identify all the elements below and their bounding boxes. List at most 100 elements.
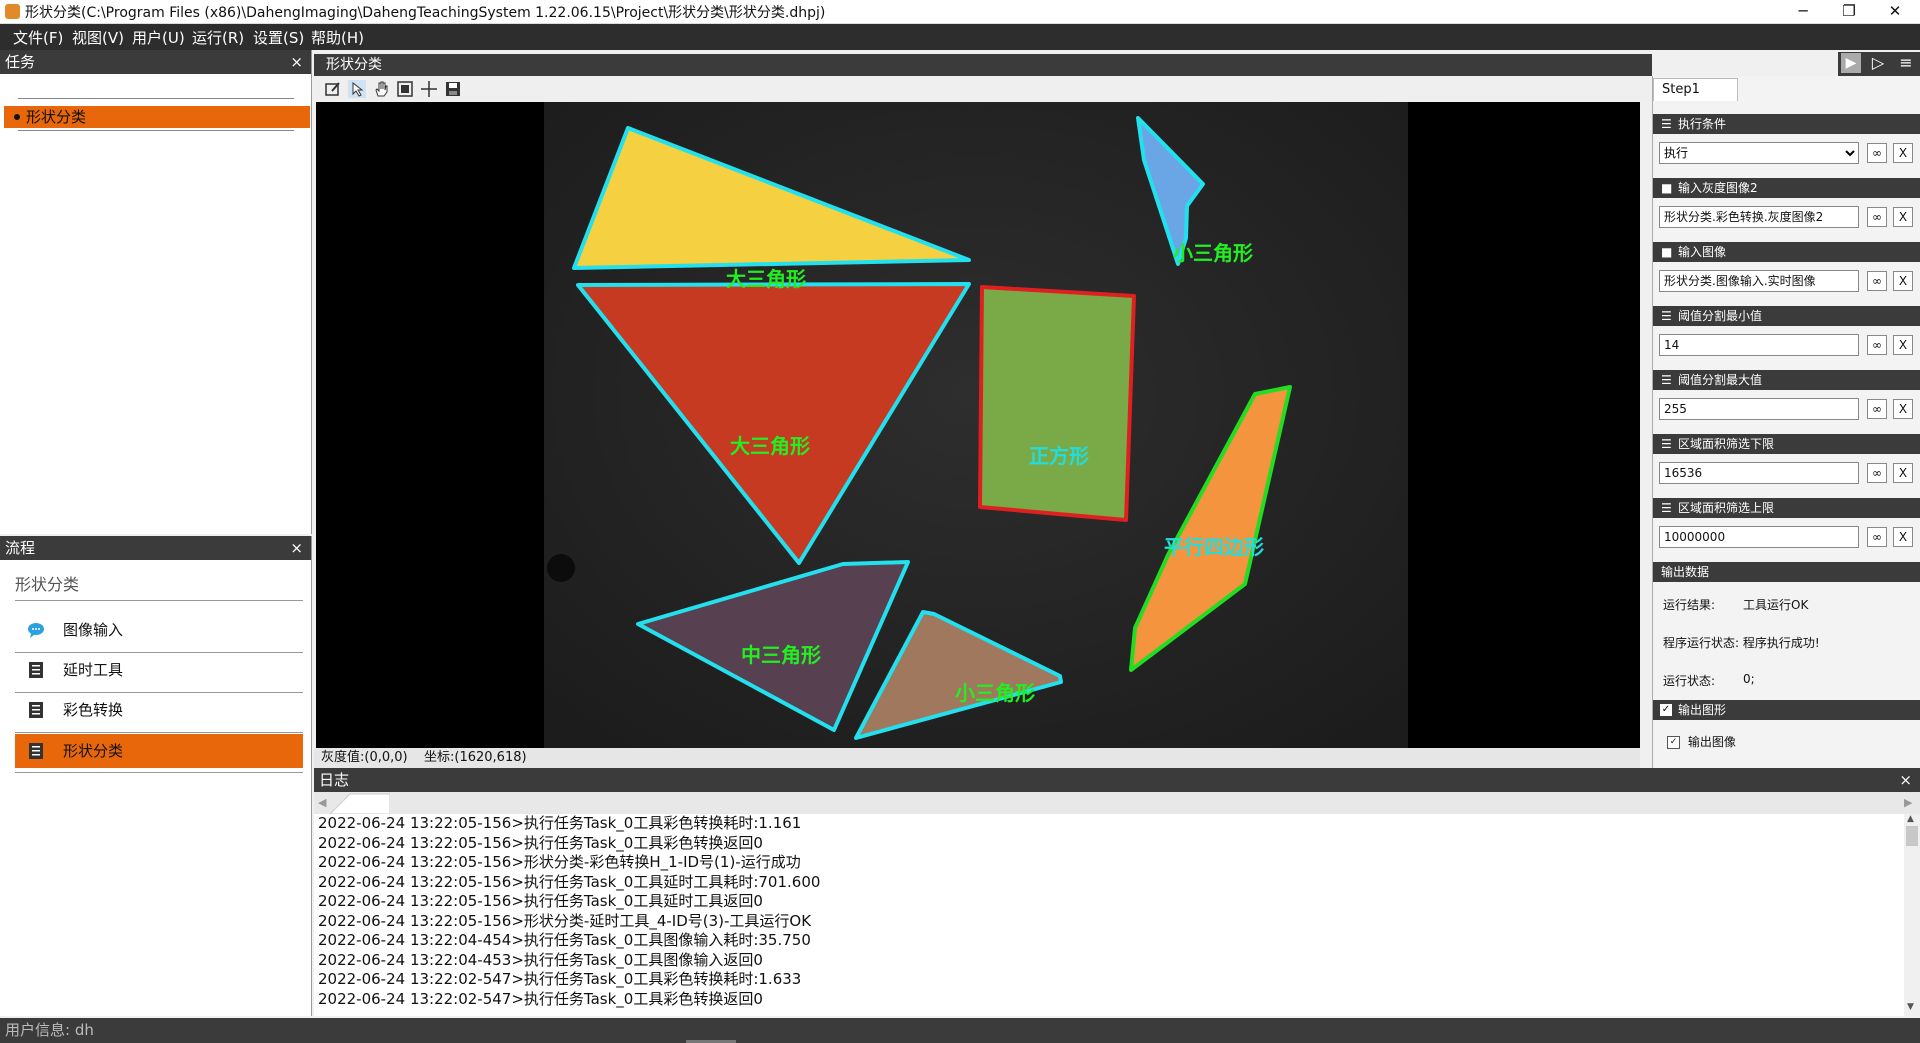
link-button[interactable]: ∞ <box>1867 143 1887 163</box>
param-value-field[interactable]: 14 <box>1659 334 1859 356</box>
gray-value: 灰度值:(0,0,0) <box>321 750 408 765</box>
run-once-button[interactable]: ▷ <box>1868 53 1888 73</box>
shape-label: 正方形 <box>1029 444 1089 468</box>
log-panel-close-icon[interactable]: × <box>1899 768 1912 792</box>
minimize-button[interactable]: ─ <box>1780 0 1826 24</box>
checkbox-checked-icon[interactable]: ✓ <box>1660 704 1672 716</box>
log-scrollbar[interactable]: ▲ ▼ <box>1904 814 1920 1016</box>
link-button[interactable]: ∞ <box>1867 527 1887 547</box>
link-button[interactable]: ∞ <box>1867 463 1887 483</box>
output-graphics-header[interactable]: ✓ 输出图形 <box>1653 700 1920 720</box>
divider <box>15 600 303 601</box>
hand-icon[interactable] <box>372 80 390 98</box>
menu-settings[interactable]: 设置(S) <box>253 27 304 48</box>
run-result-row: 运行结果: 工具运行OK <box>1663 596 1808 613</box>
link-button[interactable]: ∞ <box>1867 271 1887 291</box>
output-image-option[interactable]: ✓ 输出图像 <box>1667 733 1736 750</box>
param-section-header[interactable]: ■ 输入灰度图像2 <box>1653 178 1920 198</box>
log-line: 2022-06-24 13:22:02-547>执行任务Task_0工具彩色转换… <box>318 989 763 1008</box>
menu-file[interactable]: 文件(F) <box>13 27 63 48</box>
run-state-value: 0; <box>1743 672 1755 686</box>
output-graphics-title: 输出图形 <box>1678 703 1727 717</box>
scroll-up-icon[interactable]: ▲ <box>1907 814 1914 824</box>
param-section-header[interactable]: ☰ 执行条件 <box>1653 114 1920 134</box>
menu-bar: 文件(F) 视图(V) 用户(U) 运行(R) 设置(S) 帮助(H) <box>0 24 1920 50</box>
menu-help[interactable]: 帮助(H) <box>311 27 364 48</box>
param-section-header[interactable]: ☰ 区域面积筛选下限 <box>1653 434 1920 454</box>
divider <box>15 732 303 733</box>
clear-button[interactable]: X <box>1893 207 1913 227</box>
flow-panel: 流程 × 形状分类 图像输入 延时工具 彩色转换 形状分类 <box>0 536 312 1016</box>
clear-button[interactable]: X <box>1893 143 1913 163</box>
scroll-down-icon[interactable]: ▼ <box>1907 1002 1914 1012</box>
maximize-button[interactable]: ❐ <box>1826 0 1872 24</box>
log-panel-title: 日志 <box>319 771 350 789</box>
flow-item-color-convert[interactable]: 彩色转换 <box>15 693 303 727</box>
execute-condition-select[interactable]: 执行 <box>1659 142 1859 164</box>
task-panel-header: 任务 × <box>0 50 311 74</box>
param-value-field[interactable]: 10000000 <box>1659 526 1859 548</box>
flow-panel-close-icon[interactable]: × <box>290 536 303 560</box>
param-section-header[interactable]: ☰ 阈值分割最大值 <box>1653 370 1920 390</box>
menu-view[interactable]: 视图(V) <box>72 27 124 48</box>
log-panel-header: 日志 × <box>314 768 1920 792</box>
param-value-field[interactable]: 255 <box>1659 398 1859 420</box>
link-button[interactable]: ∞ <box>1867 207 1887 227</box>
task-panel-close-icon[interactable]: × <box>290 50 303 74</box>
status-bar: 用户信息: dh <box>0 1018 1920 1043</box>
param-section-header[interactable]: ☰ 区域面积筛选上限 <box>1653 498 1920 518</box>
run-button[interactable]: ▶ <box>1841 53 1861 73</box>
clear-button[interactable]: X <box>1893 527 1913 547</box>
log-line: 2022-06-24 13:22:04-453>执行任务Task_0工具图像输入… <box>318 950 763 969</box>
close-button[interactable]: ✕ <box>1872 0 1918 24</box>
execute-condition-dropdown[interactable]: 执行 <box>1660 143 1858 163</box>
menu-user[interactable]: 用户(U) <box>132 27 185 48</box>
hamburger-icon: ☰ <box>1661 437 1672 451</box>
link-button[interactable]: ∞ <box>1867 335 1887 355</box>
param-section-title: 阈值分割最大值 <box>1678 373 1763 387</box>
output-data-header: 输出数据 <box>1653 562 1920 582</box>
param-value-field[interactable]: 16536 <box>1659 462 1859 484</box>
flow-item-delay-tool[interactable]: 延时工具 <box>15 653 303 687</box>
param-value: 形状分类.图像输入.实时图像 <box>1664 274 1816 288</box>
param-value-field[interactable]: 形状分类.彩色转换.灰度图像2 <box>1659 206 1859 228</box>
flow-item-label: 彩色转换 <box>63 701 124 719</box>
clear-button[interactable]: X <box>1893 271 1913 291</box>
shape-label: 大三角形 <box>726 267 806 291</box>
param-value-field[interactable]: 形状分类.图像输入.实时图像 <box>1659 270 1859 292</box>
log-line: 2022-06-24 13:22:02-547>执行任务Task_0工具彩色转换… <box>318 970 802 988</box>
param-section-title: 区域面积筛选上限 <box>1678 501 1775 515</box>
link-button[interactable]: ∞ <box>1867 399 1887 419</box>
tool-doc-icon <box>29 702 43 718</box>
clear-button[interactable]: X <box>1893 463 1913 483</box>
image-canvas[interactable]: 大三角形大三角形小三角形正方形平行四边形中三角形小三角形 <box>316 102 1640 748</box>
flow-item-shape-classify[interactable]: 形状分类 <box>15 734 303 768</box>
edit-icon[interactable] <box>324 80 342 98</box>
param-section-header[interactable]: ■ 输入图像 <box>1653 242 1920 262</box>
scroll-left-icon[interactable]: ◀ <box>318 796 326 809</box>
menu-run[interactable]: 运行(R) <box>192 27 244 48</box>
param-section-title: 区域面积筛选下限 <box>1678 437 1775 451</box>
flow-item-image-input[interactable]: 图像输入 <box>15 613 303 647</box>
pointer-icon[interactable] <box>348 80 366 98</box>
save-icon[interactable] <box>444 80 462 98</box>
clear-button[interactable]: X <box>1893 399 1913 419</box>
image-tab[interactable]: 形状分类 <box>314 54 1652 76</box>
dark-blob <box>547 554 575 582</box>
flow-panel-header: 流程 × <box>0 536 311 560</box>
image-viewport[interactable]: 大三角形 大三角形 小三角形 正方形 平行四边形 中三角形 小三角形 <box>316 102 1640 748</box>
fit-icon[interactable] <box>396 80 414 98</box>
clear-button[interactable]: X <box>1893 335 1913 355</box>
log-tab[interactable] <box>330 792 390 814</box>
task-item[interactable]: 形状分类 <box>4 106 310 128</box>
checkbox-checked-icon[interactable]: ✓ <box>1667 736 1680 749</box>
panel-menu-button[interactable]: ≡ <box>1896 53 1916 73</box>
square-icon: ■ <box>1661 245 1673 259</box>
crosshair-icon[interactable] <box>420 80 438 98</box>
scrollbar-thumb[interactable] <box>1906 826 1918 846</box>
task-panel: 任务 × 形状分类 <box>0 50 312 534</box>
scroll-right-icon[interactable]: ▶ <box>1904 796 1912 809</box>
tab-step1[interactable]: Step1 <box>1653 78 1738 101</box>
param-section-title: 阈值分割最小值 <box>1678 309 1763 323</box>
param-section-header[interactable]: ☰ 阈值分割最小值 <box>1653 306 1920 326</box>
